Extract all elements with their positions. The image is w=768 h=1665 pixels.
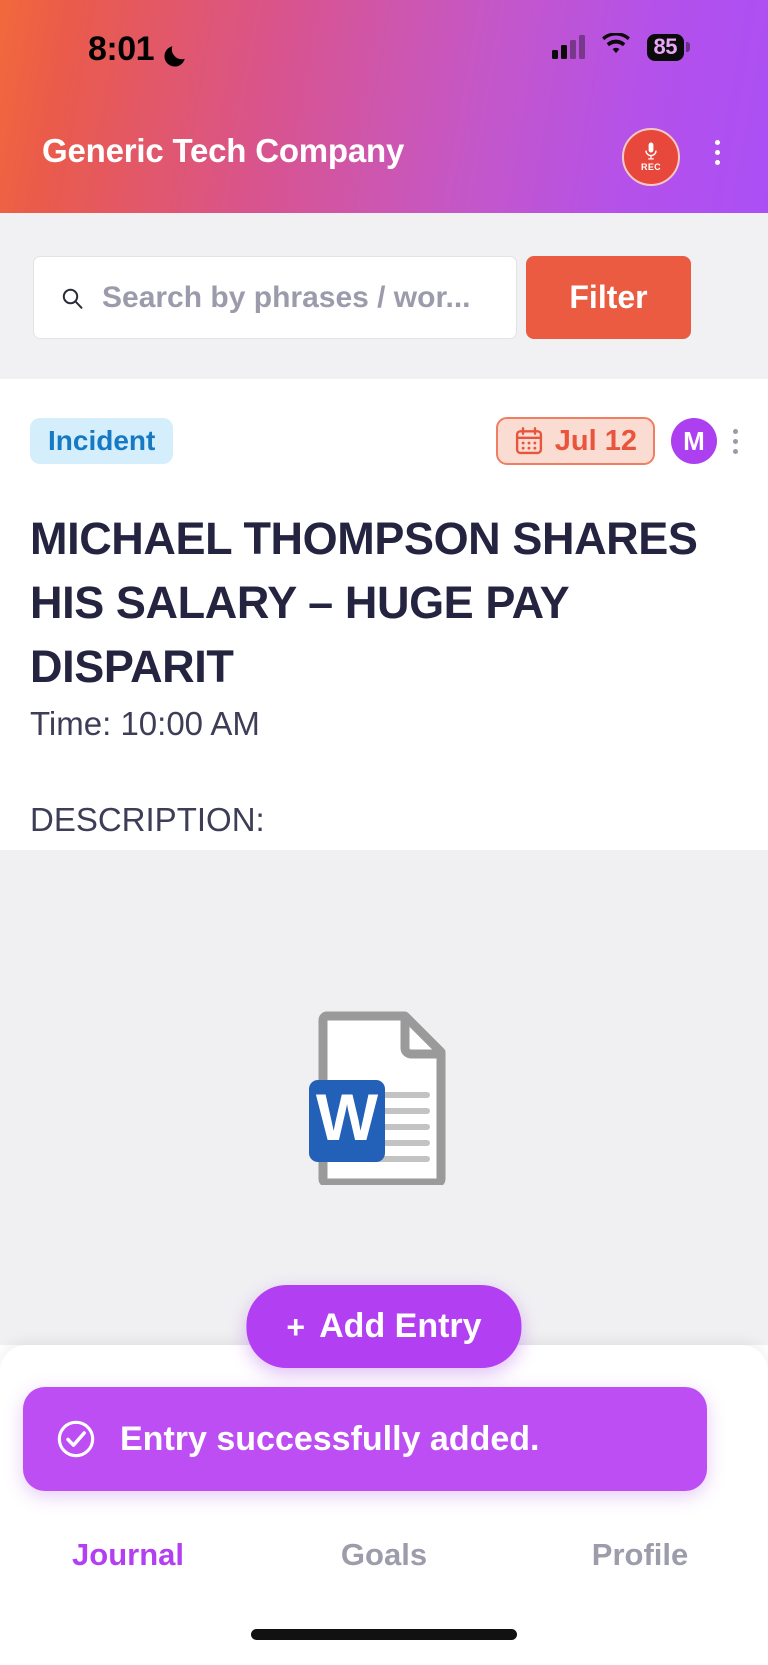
battery-indicator: 85 (646, 33, 690, 61)
svg-text:W: W (316, 1080, 379, 1154)
entry-overflow-menu-icon[interactable] (733, 428, 738, 454)
toast-notification[interactable]: Entry successfully added. (23, 1387, 707, 1491)
entry-date-text: Jul 12 (554, 424, 637, 457)
check-circle-icon (56, 1419, 96, 1459)
tab-bar: Journal Goals Profile (0, 1537, 768, 1573)
entry-meta-group: Jul 12 M (495, 417, 738, 465)
tab-profile[interactable]: Profile (512, 1537, 768, 1573)
entry-title: MICHAEL THOMPSON SHARES HIS SALARY – HUG… (30, 513, 698, 692)
record-button-label: REC (641, 162, 661, 172)
record-button[interactable]: REC (622, 128, 680, 186)
microphone-icon (644, 142, 658, 162)
mobile-screen: 8:01 85 Generic Tech Company REC Search … (0, 0, 768, 1665)
entry-card-header: Incident Jul 12 M (0, 379, 768, 465)
status-bar-time: 8:01 (88, 30, 155, 68)
entry-date-chip[interactable]: Jul 12 (495, 417, 655, 465)
add-entry-button[interactable]: + Add Entry (246, 1285, 522, 1368)
calendar-icon (514, 426, 544, 456)
search-row: Search by phrases / wor... Filter (33, 256, 691, 339)
avatar[interactable]: M (671, 418, 717, 464)
search-section: Search by phrases / wor... Filter (0, 213, 768, 379)
header-overflow-menu-icon[interactable] (715, 140, 720, 165)
plus-icon: + (286, 1308, 306, 1345)
crescent-moon-icon (162, 39, 188, 67)
search-icon (60, 286, 84, 310)
cellular-signal-icon (551, 35, 585, 59)
status-bar-indicators: 85 (551, 32, 690, 61)
word-document-icon[interactable]: W (309, 1010, 459, 1188)
page-title: Generic Tech Company (42, 132, 405, 169)
app-header: 8:01 85 Generic Tech Company REC (0, 0, 768, 213)
search-input[interactable]: Search by phrases / wor... (33, 256, 517, 339)
tab-goals[interactable]: Goals (256, 1537, 512, 1573)
entry-attachment-area: W (0, 850, 768, 1345)
battery-level: 85 (646, 33, 684, 61)
filter-button[interactable]: Filter (526, 256, 691, 339)
battery-cap (686, 42, 690, 52)
status-bar-time-group: 8:01 (88, 30, 188, 69)
status-bar: 8:01 85 (0, 0, 768, 90)
journal-entry-card[interactable]: Incident Jul 12 M MICHAEL THOMPSON SHARE… (0, 379, 768, 877)
home-indicator (251, 1629, 517, 1640)
entry-time: Time: 10:00 AM (30, 704, 260, 742)
toast-message: Entry successfully added. (120, 1419, 540, 1458)
search-placeholder: Search by phrases / wor... (102, 280, 471, 314)
wifi-icon (601, 32, 631, 61)
add-entry-label: Add Entry (319, 1307, 482, 1345)
entry-description-label: DESCRIPTION: (30, 800, 265, 838)
status-badge: Incident (30, 418, 174, 464)
tab-journal[interactable]: Journal (0, 1537, 256, 1573)
